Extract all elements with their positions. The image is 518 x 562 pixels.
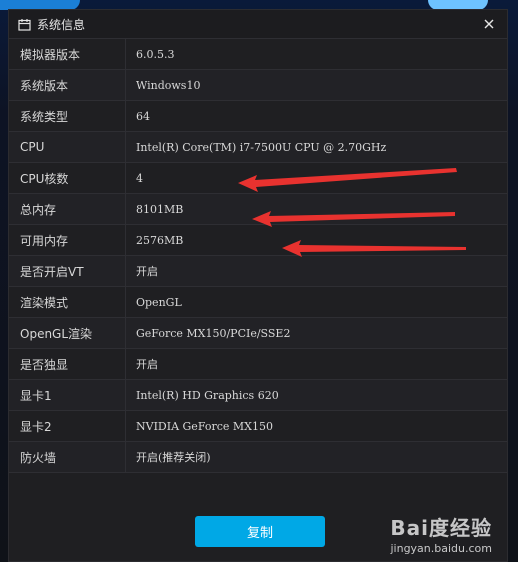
dialog-titlebar: 系统信息 <box>9 10 507 38</box>
baidu-jingyan-watermark: Bai度经验 jingyan.baidu.com <box>390 512 492 555</box>
calendar-icon <box>18 18 31 31</box>
row-label: 显卡2 <box>9 411 126 441</box>
row-label: 显卡1 <box>9 380 126 410</box>
table-row: 是否独显 开启 <box>9 349 507 380</box>
row-value: 64 <box>136 109 150 123</box>
table-row: 系统版本 Windows10 <box>9 70 507 101</box>
dialog-title: 系统信息 <box>37 17 86 32</box>
row-label: 防火墙 <box>9 442 126 472</box>
system-info-dialog: 系统信息 模拟器版本 6.0.5.3 系统版本 Windows10 系统类型 6… <box>8 9 508 562</box>
row-value: Intel(R) HD Graphics 620 <box>136 388 279 402</box>
row-label: 系统版本 <box>9 70 126 100</box>
table-row: 是否开启VT 开启 <box>9 256 507 287</box>
row-value: Intel(R) Core(TM) i7-7500U CPU @ 2.70GHz <box>136 140 387 154</box>
row-label: 是否开启VT <box>9 256 126 286</box>
row-value: 8101MB <box>136 202 184 216</box>
row-value: 2576MB <box>136 233 184 247</box>
table-row: 显卡1 Intel(R) HD Graphics 620 <box>9 380 507 411</box>
table-row: CPU核数 4 <box>9 163 507 194</box>
row-value: 开启 <box>136 265 158 278</box>
row-value: GeForce MX150/PCIe/SSE2 <box>136 326 291 340</box>
table-row: 渲染模式 OpenGL <box>9 287 507 318</box>
row-label: 系统类型 <box>9 101 126 131</box>
table-row: 模拟器版本 6.0.5.3 <box>9 39 507 70</box>
watermark-url: jingyan.baidu.com <box>390 542 492 555</box>
row-value: 开启 <box>136 358 158 371</box>
row-value: 开启(推荐关闭) <box>136 451 211 464</box>
row-value: NVIDIA GeForce MX150 <box>136 419 273 433</box>
row-value: Windows10 <box>136 78 201 92</box>
table-row: CPU Intel(R) Core(TM) i7-7500U CPU @ 2.7… <box>9 132 507 163</box>
info-table: 模拟器版本 6.0.5.3 系统版本 Windows10 系统类型 64 CPU… <box>9 38 507 473</box>
table-row: 防火墙 开启(推荐关闭) <box>9 442 507 473</box>
row-label: 是否独显 <box>9 349 126 379</box>
row-value: 4 <box>136 171 143 185</box>
row-value: 6.0.5.3 <box>136 47 175 61</box>
table-row: 显卡2 NVIDIA GeForce MX150 <box>9 411 507 442</box>
row-label: 可用内存 <box>9 225 126 255</box>
table-row: 总内存 8101MB <box>9 194 507 225</box>
table-row: 可用内存 2576MB <box>9 225 507 256</box>
watermark-brand: Bai度经验 <box>390 516 492 540</box>
table-row: OpenGL渲染 GeForce MX150/PCIe/SSE2 <box>9 318 507 349</box>
row-label: 总内存 <box>9 194 126 224</box>
row-label: CPU核数 <box>9 163 126 193</box>
row-label: 模拟器版本 <box>9 39 126 69</box>
row-label: CPU <box>9 132 126 162</box>
row-label: 渲染模式 <box>9 287 126 317</box>
copy-button[interactable]: 复制 <box>195 516 325 547</box>
close-icon[interactable] <box>481 16 497 32</box>
table-row: 系统类型 64 <box>9 101 507 132</box>
row-value: OpenGL <box>136 295 182 309</box>
row-label: OpenGL渲染 <box>9 318 126 348</box>
